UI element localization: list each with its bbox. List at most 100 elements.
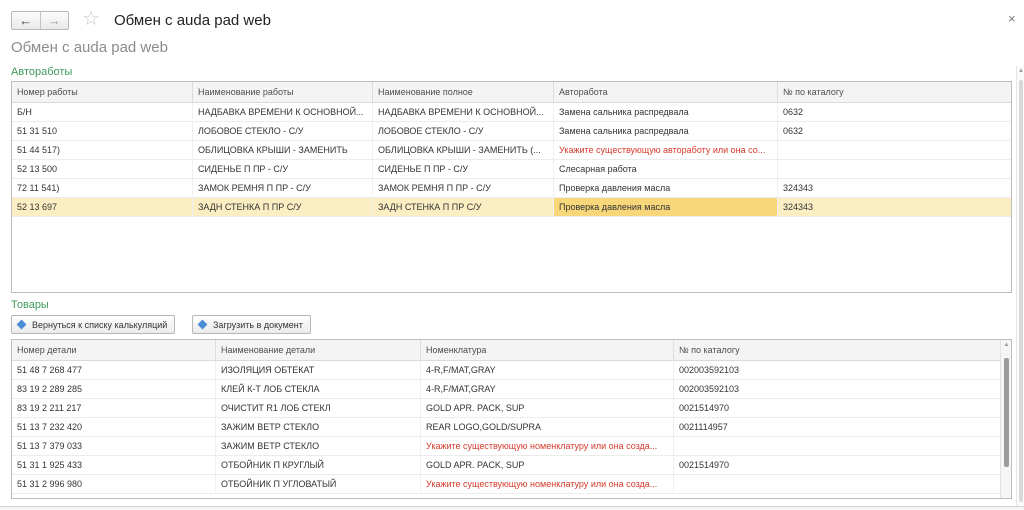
table-row[interactable]: 52 13 697 ЗАДН СТЕНКА П ПР С/У ЗАДН СТЕНКА… (12, 198, 1011, 217)
table-row[interactable]: 83 19 2 211 217 ОЧИСТИТ R1 ЛОБ СТЕКЛ GOLD … (12, 399, 1000, 418)
table-cell (778, 160, 1011, 178)
table-cell: 52 13 697 (12, 198, 193, 216)
table-cell: 51 13 7 232 420 (12, 418, 216, 436)
table-row[interactable]: 51 31 1 925 433 ОТБОЙНИК П КРУГЛЫЙ GOLD AP… (12, 456, 1000, 475)
table-cell: Проверка давления масла (554, 179, 778, 197)
table-cell: Слесарная работа (554, 160, 778, 178)
table-cell: 002003592103 (679, 384, 740, 394)
diamond-icon (197, 319, 208, 330)
table-cell (674, 437, 1000, 455)
autoworks-table[interactable]: Номер работы Наименование работы Наименова… (11, 81, 1012, 293)
back-button[interactable]: ← (12, 12, 40, 29)
table-row[interactable]: 51 44 517) ОБЛИЦОВКА КРЫШИ - ЗАМЕНИТЬ ОБЛИ… (12, 141, 1011, 160)
goods-table[interactable]: Номер детали Наименование детали Номенклат… (11, 339, 1012, 499)
table-row[interactable]: 51 31 510 ЛОБОВОЕ СТЕКЛО - С/У ЛОБОВОЕ СТЕ… (12, 122, 1011, 141)
section-label-goods: Товары (11, 299, 49, 311)
table-cell: ЗАЖИМ ВЕТР СТЕКЛО (216, 437, 421, 455)
star-icon[interactable]: ☆ (82, 9, 100, 29)
table-cell: СИДЕНЬЕ П ПР - С/У (193, 160, 373, 178)
table-cell: ОТБОЙНИК П КРУГЛЫЙ (216, 456, 421, 474)
column-header[interactable]: Авторабота (554, 82, 778, 102)
table-cell: 83 19 2 211 217 (12, 399, 216, 417)
table-cell: ЛОБОВОЕ СТЕКЛО - С/У (193, 122, 373, 140)
table-row[interactable]: Б/Н НАДБАВКА ВРЕМЕНИ К ОСНОВНОЙ... НАДБАВК… (12, 103, 1011, 122)
table-row[interactable]: 51 48 7 268 477 ИЗОЛЯЦИЯ ОБТЕКАТ 4-R,F/MAT… (12, 361, 1000, 380)
table-cell: 324343 (783, 202, 814, 212)
table-cell: ОЧИСТИТ R1 ЛОБ СТЕКЛ (216, 399, 421, 417)
goods-table-header: Номер детали Наименование детали Номенклат… (12, 340, 1000, 361)
autoworks-table-body: Б/Н НАДБАВКА ВРЕМЕНИ К ОСНОВНОЙ... НАДБАВК… (12, 103, 1011, 217)
table-cell: 52 13 500 (12, 160, 193, 178)
table-cell: ЗАДН СТЕНКА П ПР С/У (373, 198, 554, 216)
table-cell: 002003592103 (679, 365, 740, 375)
column-header[interactable]: Наименование детали (216, 340, 421, 360)
table-cell: ОБЛИЦОВКА КРЫШИ - ЗАМЕНИТЬ (... (373, 141, 554, 159)
column-header[interactable]: Наименование работы (193, 82, 373, 102)
column-header[interactable]: Номер работы (12, 82, 193, 102)
table-cell: 72 11 541) (12, 179, 193, 197)
section-label-autoworks: Автоработы (11, 66, 73, 78)
table-cell: REAR LOGO,GOLD/SUPRA (421, 418, 674, 436)
table-cell: 51 48 7 268 477 (12, 361, 216, 379)
goods-scrollbar[interactable]: ▲ (1000, 340, 1011, 498)
page-scrollbar-thumb[interactable] (1019, 80, 1023, 502)
table-cell (674, 475, 1000, 493)
table-cell: 4-R,F/MAT,GRAY (421, 361, 674, 379)
table-cell: 0021514970 (679, 403, 730, 413)
table-cell (778, 141, 1011, 159)
column-header[interactable]: № по каталогу (674, 340, 1000, 360)
column-header[interactable]: № по каталогу (778, 82, 1011, 102)
table-cell: Замена сальника распредвала (554, 103, 778, 121)
table-cell: GOLD APR. PACK, SUP (421, 399, 674, 417)
page-scrollbar[interactable]: ▲ (1016, 66, 1024, 510)
table-cell: GOLD APR. PACK, SUP (421, 456, 674, 474)
table-cell: 4-R,F/MAT,GRAY (421, 380, 674, 398)
table-row[interactable]: 52 13 500 СИДЕНЬЕ П ПР - С/У СИДЕНЬЕ П ПР … (12, 160, 1011, 179)
goods-table-body: 51 48 7 268 477 ИЗОЛЯЦИЯ ОБТЕКАТ 4-R,F/MAT… (12, 361, 1000, 494)
diamond-icon (16, 319, 27, 330)
table-cell: ЗАЖИМ ВЕТР СТЕКЛО (216, 418, 421, 436)
table-cell: 0021514970 (679, 460, 730, 470)
table-cell: 51 44 517) (12, 141, 193, 159)
page-scroll-up-icon[interactable]: ▲ (1017, 68, 1024, 74)
table-row[interactable]: 51 13 7 232 420 ЗАЖИМ ВЕТР СТЕКЛО REAR LOG… (12, 418, 1000, 437)
table-cell: Укажите существующую номенклатуру или он… (421, 437, 674, 455)
table-row[interactable]: 51 31 2 996 980 ОТБОЙНИК П УГЛОВАТЫЙ Укажи… (12, 475, 1000, 494)
forward-button[interactable]: → (39, 12, 69, 29)
bottom-border (0, 506, 1024, 510)
scroll-up-icon[interactable]: ▲ (1001, 342, 1011, 348)
table-cell: КЛЕЙ К-Т ЛОБ СТЕКЛА (216, 380, 421, 398)
table-cell: 83 19 2 289 285 (12, 380, 216, 398)
arrow-left-icon: ← (19, 13, 33, 28)
goods-scrollbar-thumb[interactable] (1004, 358, 1009, 467)
column-header[interactable]: Наименование полное (373, 82, 554, 102)
table-cell: 51 31 2 996 980 (12, 475, 216, 493)
return-to-calculations-button[interactable]: Вернуться к списку калькуляций (11, 315, 176, 334)
table-cell: НАДБАВКА ВРЕМЕНИ К ОСНОВНОЙ... (193, 103, 373, 121)
table-cell: 51 13 7 379 033 (12, 437, 216, 455)
table-cell: Б/Н (12, 103, 193, 121)
column-header[interactable]: Номер детали (12, 340, 216, 360)
table-row[interactable]: 51 13 7 379 033 ЗАЖИМ ВЕТР СТЕКЛО Укажите … (12, 437, 1000, 456)
table-cell: ОТБОЙНИК П УГЛОВАТЫЙ (216, 475, 421, 493)
form-title: Обмен с auda pad web (11, 39, 168, 56)
window-topbar: ← → ☆ Обмен с auda pad web × (0, 0, 1024, 40)
table-cell: Укажите существующую автоработу или она … (554, 141, 778, 159)
table-cell: ОБЛИЦОВКА КРЫШИ - ЗАМЕНИТЬ (193, 141, 373, 159)
table-row[interactable]: 72 11 541) ЗАМОК РЕМНЯ П ПР - С/У ЗАМОК РЕ… (12, 179, 1011, 198)
navigation-buttons: ← → (11, 11, 69, 30)
table-cell: 0021114957 (679, 422, 728, 432)
return-to-calculations-label: Вернуться к списку калькуляций (32, 319, 168, 330)
column-header[interactable]: Номенклатура (421, 340, 674, 360)
table-cell: ЛОБОВОЕ СТЕКЛО - С/У (373, 122, 554, 140)
table-cell: ЗАМОК РЕМНЯ П ПР - С/У (193, 179, 373, 197)
load-to-document-button[interactable]: Загрузить в документ (192, 315, 311, 334)
table-cell: 51 31 1 925 433 (12, 456, 216, 474)
arrow-right-icon: → (47, 13, 61, 28)
table-cell: 0632 (783, 107, 804, 117)
load-to-document-label: Загрузить в документ (213, 319, 303, 330)
table-row[interactable]: 83 19 2 289 285 КЛЕЙ К-Т ЛОБ СТЕКЛА 4-R,F/… (12, 380, 1000, 399)
table-cell: СИДЕНЬЕ П ПР - С/У (373, 160, 554, 178)
close-icon[interactable]: × (1008, 11, 1016, 26)
table-cell: Замена сальника распредвала (554, 122, 778, 140)
